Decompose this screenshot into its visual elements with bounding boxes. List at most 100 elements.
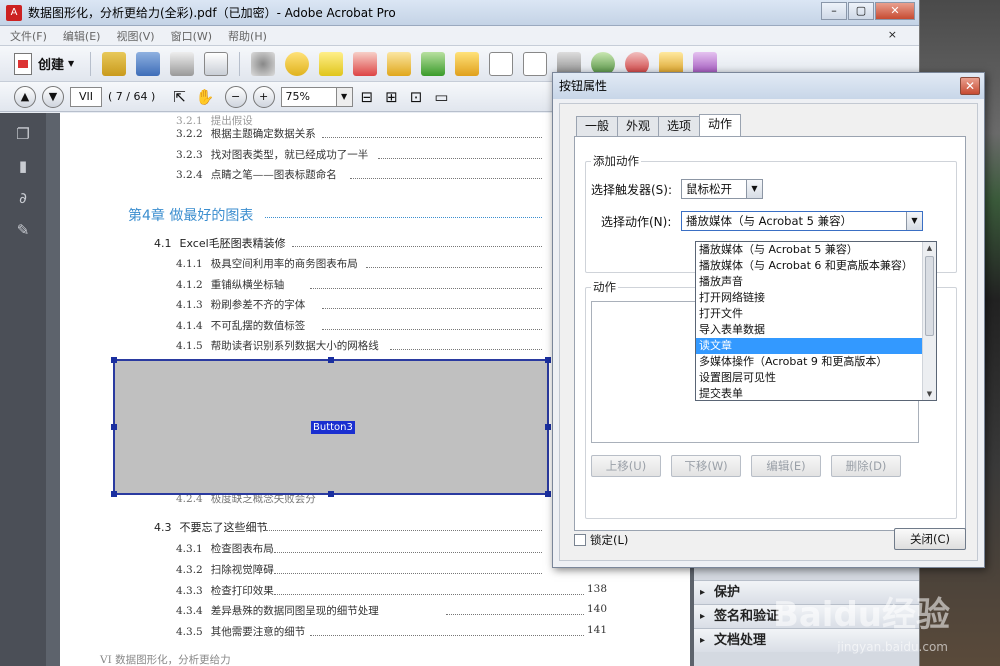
- action-option[interactable]: 打开网络链接: [696, 290, 936, 306]
- action-option[interactable]: 提交表单: [696, 386, 936, 402]
- toc-item[interactable]: 4.1.3 粉刷参差不齐的字体: [176, 297, 305, 312]
- dropdown-scrollbar[interactable]: ▲ ▼: [922, 242, 936, 400]
- document-close-icon[interactable]: ×: [888, 28, 897, 41]
- resize-handle[interactable]: [111, 491, 117, 497]
- scroll-down-icon[interactable]: ▼: [923, 388, 936, 400]
- gear-icon[interactable]: [251, 51, 276, 76]
- move-up-button[interactable]: 上移(U): [591, 455, 661, 477]
- zoom-level-input[interactable]: 75%: [280, 86, 337, 107]
- export-icon[interactable]: [387, 51, 412, 76]
- section-heading[interactable]: 4.3 不要忘了这些细节: [154, 519, 268, 535]
- resize-handle[interactable]: [545, 357, 551, 363]
- next-page-button[interactable]: ▼: [42, 85, 64, 108]
- create-button[interactable]: 创建 ▼: [14, 52, 74, 75]
- attachment-icon[interactable]: ∂: [13, 189, 33, 209]
- comment-icon[interactable]: [285, 51, 310, 76]
- tab-appearance[interactable]: 外观: [617, 116, 660, 136]
- lock-checkbox[interactable]: 锁定(L): [574, 532, 628, 548]
- dialog-close-button[interactable]: 关闭(C): [894, 528, 966, 550]
- edit-button[interactable]: 编辑(E): [751, 455, 821, 477]
- bookmark-icon[interactable]: ▮: [13, 157, 33, 177]
- menu-file[interactable]: 文件(F): [10, 28, 47, 44]
- fit-page-icon[interactable]: ⊟: [361, 88, 374, 106]
- toc-item[interactable]: 4.3.4 差异悬殊的数据同图呈现的细节处理: [176, 603, 379, 618]
- toc-item[interactable]: 4.3.1 检查图表布局: [176, 541, 274, 556]
- chapter-heading[interactable]: 第4章 做最好的图表: [128, 205, 253, 225]
- previous-page-button[interactable]: ▲: [14, 85, 36, 108]
- toc-leader: [366, 267, 542, 268]
- toc-item[interactable]: 4.1.5 帮助读者识别系列数据大小的网格线: [176, 338, 379, 353]
- section-heading[interactable]: 4.1 Excel毛胚图表精装修: [154, 235, 286, 251]
- resize-handle[interactable]: [111, 424, 117, 430]
- zoom-dropdown-icon[interactable]: ▼: [336, 86, 353, 107]
- resize-handle[interactable]: [545, 491, 551, 497]
- tab-general[interactable]: 一般: [576, 116, 619, 136]
- action-option[interactable]: 播放媒体（与 Acrobat 5 兼容）: [696, 242, 936, 258]
- hand-tool-icon[interactable]: ✋: [196, 88, 215, 106]
- dialog-close-icon[interactable]: ✕: [960, 77, 980, 95]
- resize-handle[interactable]: [111, 357, 117, 363]
- zoom-out-button[interactable]: −: [224, 85, 247, 108]
- action-option[interactable]: 播放声音: [696, 274, 936, 290]
- action-option[interactable]: 设置图层可见性: [696, 370, 936, 386]
- full-screen-icon[interactable]: ▭: [434, 88, 448, 106]
- email-icon[interactable]: [204, 51, 229, 76]
- action-option-selected[interactable]: 读文章: [696, 338, 936, 354]
- toc-item[interactable]: 4.3.5 其他需要注意的细节: [176, 624, 305, 639]
- resize-handle[interactable]: [328, 491, 334, 497]
- page-number-input[interactable]: VII: [70, 86, 102, 107]
- fit-width-icon[interactable]: ⊞: [385, 88, 398, 106]
- move-down-button[interactable]: 下移(W): [671, 455, 741, 477]
- action-option[interactable]: 播放媒体（与 Acrobat 6 和更高版本兼容）: [696, 258, 936, 274]
- toc-item[interactable]: 4.1.4 不可乱摆的数值标签: [176, 318, 305, 333]
- resize-handle[interactable]: [545, 424, 551, 430]
- toc-item[interactable]: 3.2.3 找对图表类型，就已经成功了一半: [176, 147, 368, 162]
- actions-group-label: 动作: [591, 279, 618, 295]
- toc-leader: [274, 573, 542, 574]
- two-page-icon[interactable]: ⊡: [410, 88, 423, 106]
- close-window-button[interactable]: ✕: [875, 2, 915, 20]
- toc-item[interactable]: 3.2.4 点睛之笔——图表标题命名: [176, 167, 337, 182]
- action-select[interactable]: 播放媒体（与 Acrobat 5 兼容） ▼: [681, 211, 923, 231]
- menu-window[interactable]: 窗口(W): [171, 28, 212, 44]
- tab-options[interactable]: 选项: [658, 116, 701, 136]
- button-form-field[interactable]: Button3: [111, 357, 551, 497]
- print-icon[interactable]: [170, 51, 195, 76]
- sticky-note-icon[interactable]: [319, 51, 344, 76]
- zoom-in-button[interactable]: +: [252, 85, 275, 108]
- save-icon[interactable]: [136, 51, 161, 76]
- maximize-button[interactable]: ▢: [848, 2, 874, 20]
- select-tool-icon[interactable]: ⇱: [173, 88, 186, 106]
- resize-handle[interactable]: [328, 357, 334, 363]
- sign-icon[interactable]: [353, 51, 378, 76]
- trigger-select[interactable]: 鼠标松开 ▼: [681, 179, 763, 199]
- toc-leader: [274, 552, 542, 553]
- scroll-thumb[interactable]: [925, 256, 934, 336]
- open-folder-icon[interactable]: [102, 51, 127, 76]
- menu-help[interactable]: 帮助(H): [228, 28, 267, 44]
- document-icon[interactable]: [489, 51, 514, 76]
- trigger-value: 鼠标松开: [686, 182, 732, 196]
- minimize-button[interactable]: –: [821, 2, 847, 20]
- delete-button[interactable]: 删除(D): [831, 455, 901, 477]
- tab-actions[interactable]: 动作: [699, 114, 742, 136]
- menu-view[interactable]: 视图(V): [116, 28, 154, 44]
- window-controls: – ▢ ✕: [820, 2, 915, 20]
- pages-icon[interactable]: [455, 51, 480, 76]
- action-dropdown-list: 播放媒体（与 Acrobat 5 兼容） 播放媒体（与 Acrobat 6 和更…: [695, 241, 937, 401]
- stamp-icon[interactable]: [421, 51, 446, 76]
- action-option[interactable]: 多媒体操作（Acrobat 9 和更高版本）: [696, 354, 936, 370]
- scroll-up-icon[interactable]: ▲: [923, 242, 936, 254]
- toc-item[interactable]: 4.1.1 极具空间利用率的商务图表布局: [176, 256, 358, 271]
- toc-item[interactable]: 3.2.2 根据主题确定数据关系: [176, 126, 316, 141]
- pages-panel-icon[interactable]: ❐: [13, 125, 33, 145]
- action-option[interactable]: 打开文件: [696, 306, 936, 322]
- signature-panel-icon[interactable]: ✎: [13, 221, 33, 241]
- action-option[interactable]: 导入表单数据: [696, 322, 936, 338]
- menu-edit[interactable]: 编辑(E): [63, 28, 101, 44]
- form-icon[interactable]: [523, 51, 548, 76]
- toc-item[interactable]: 4.1.2 重铺纵横坐标轴: [176, 277, 284, 292]
- toc-item[interactable]: 4.3.2 扫除视觉障碍: [176, 562, 274, 577]
- toc-item[interactable]: 4.3.3 检查打印效果: [176, 583, 274, 598]
- toc-leader: [390, 349, 542, 350]
